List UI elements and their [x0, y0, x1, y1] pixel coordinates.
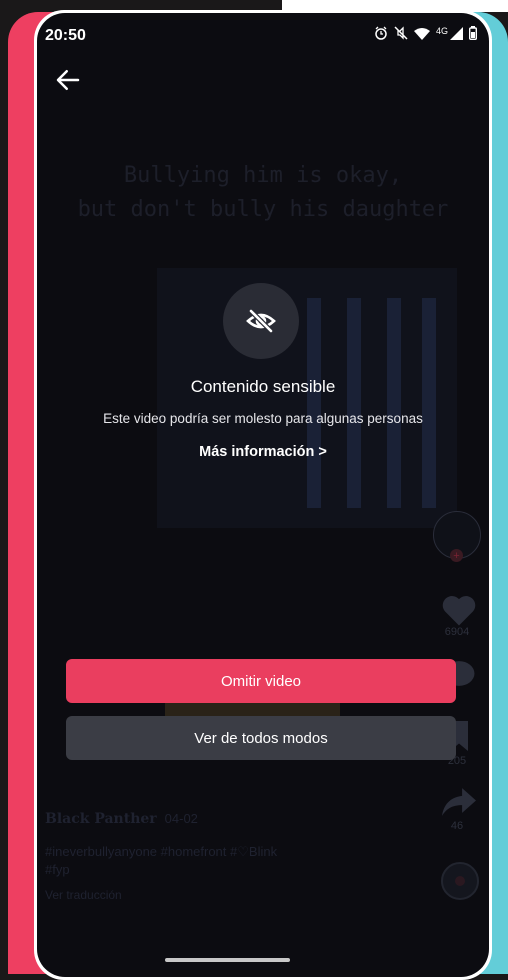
more-info-link[interactable]: Más información > — [37, 444, 489, 460]
music-disc-icon[interactable] — [440, 861, 480, 901]
author-name[interactable]: Black Panther — [45, 811, 157, 827]
art-bar — [347, 298, 361, 508]
video-screen: Bullying him is okay, but don't bully hi… — [37, 13, 489, 977]
wifi-icon — [413, 27, 430, 40]
signal-icon — [450, 26, 463, 40]
mute-icon — [394, 26, 408, 40]
art-bar — [307, 298, 321, 508]
like-count: 6904 — [444, 626, 470, 638]
follow-plus-icon[interactable]: + — [450, 549, 463, 562]
video-overlay-line-1: Bullying him is okay, — [123, 163, 403, 188]
video-overlay-text: Bullying him is okay, but don't bully hi… — [37, 159, 489, 227]
sensitive-content-subtitle: Este video podría ser molesto para algun… — [103, 411, 423, 426]
status-bar: 20:50 4G — [37, 13, 489, 53]
back-arrow-icon[interactable] — [53, 65, 83, 95]
status-time: 20:50 — [45, 27, 86, 44]
art-bar — [422, 298, 436, 508]
video-hashtags[interactable]: #ineverbullyanyone #homefront #♡Blink #f… — [45, 843, 429, 879]
video-overlay-line-2: but don't bully his daughter — [77, 197, 449, 222]
watch-anyway-button[interactable]: Ver de todos modos — [66, 716, 456, 760]
hidden-eye-icon — [223, 283, 299, 359]
hashtags-line-1[interactable]: #ineverbullyanyone #homefront #♡Blink — [45, 843, 429, 861]
share-count: 46 — [450, 820, 464, 832]
art-bar — [387, 298, 401, 508]
sensitive-content-title: Contenido sensible — [190, 377, 336, 396]
video-author[interactable]: Black Panther 04-02 — [45, 811, 429, 827]
phone-frame: Bullying him is okay, but don't bully hi… — [34, 10, 492, 980]
status-icons: 4G — [374, 26, 477, 40]
post-date: 04-02 — [164, 811, 198, 826]
battery-icon — [469, 26, 477, 40]
share-arrow-icon[interactable] — [440, 785, 478, 819]
alarm-icon — [374, 26, 388, 40]
home-indicator[interactable] — [165, 958, 290, 962]
skip-video-button[interactable]: Omitir video — [66, 659, 456, 703]
hashtags-line-2[interactable]: #fyp — [45, 861, 429, 879]
like-heart-icon[interactable] — [440, 593, 478, 627]
network-type: 4G — [435, 26, 448, 36]
translate-link[interactable]: Ver traducción — [45, 888, 429, 902]
video-background-art — [157, 268, 457, 528]
